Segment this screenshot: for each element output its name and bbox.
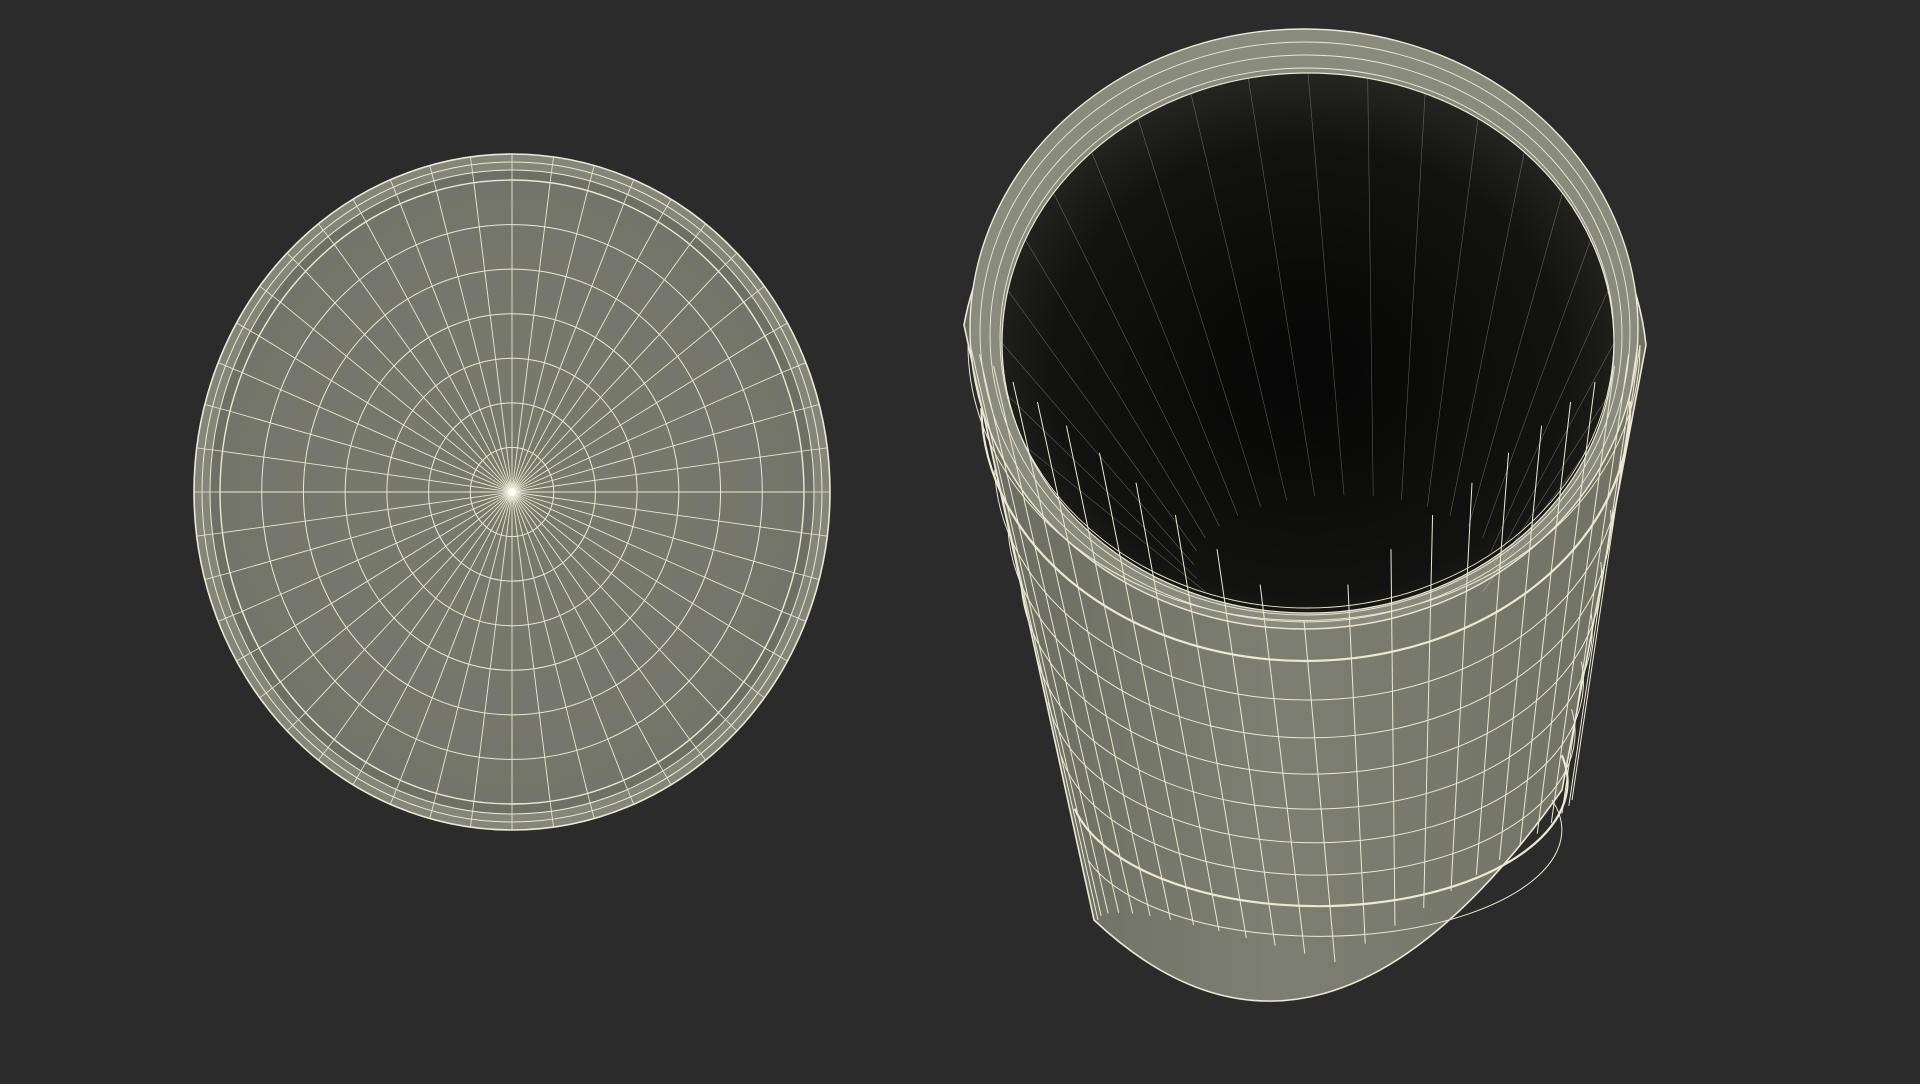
3d-viewport[interactable]: [0, 0, 1920, 1080]
scene-canvas: [193, 28, 1647, 1002]
container-body-mesh[interactable]: [963, 28, 1647, 1002]
lid-center-pole: [508, 488, 516, 496]
lid-mesh[interactable]: [193, 153, 831, 831]
